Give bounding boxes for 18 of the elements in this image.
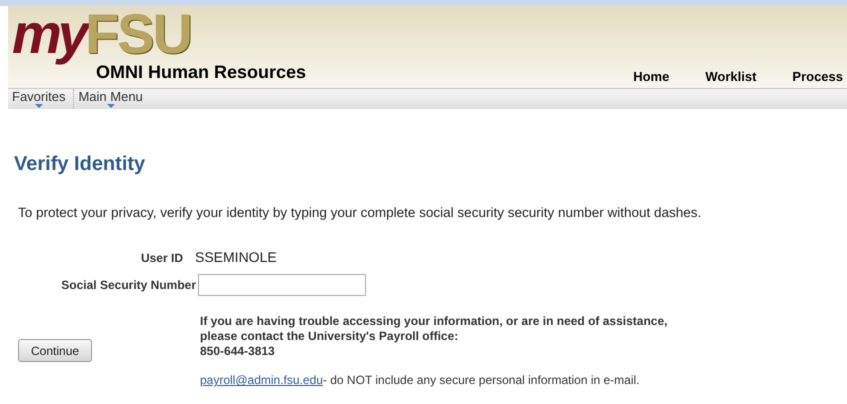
ssn-input-field[interactable] [198,274,366,296]
continue-button[interactable]: Continue [18,339,92,362]
user-id-value: SSEMINOLE [195,248,277,268]
menu-item[interactable]: Main Menu [73,89,147,109]
nav-link[interactable]: Process [792,66,843,86]
field-label: User ID [140,250,184,267]
nav-link[interactable]: Worklist [705,66,756,86]
nav-link[interactable]: Home [633,66,670,86]
help-text: please contact the University's Payroll office: [200,329,460,344]
menu-item[interactable]: Favorites [8,89,70,109]
email-link[interactable]: payroll@admin.fsu.edu [200,371,323,390]
help-text: If you are having trouble accessing your information, or are in need of assistance, [200,314,668,330]
help-text: 850-644-3813 [200,344,276,360]
instructions: To protect your privacy, verify your identity by typing your complete social security security number without dashes. [18,204,702,222]
field-label: Social Security Number [60,277,197,294]
page-title: Verify Identity [14,152,146,177]
app-subtitle: OMNI Human Resources [96,61,306,84]
email-note: - do NOT include any secure personal information in e-mail. [322,372,640,390]
